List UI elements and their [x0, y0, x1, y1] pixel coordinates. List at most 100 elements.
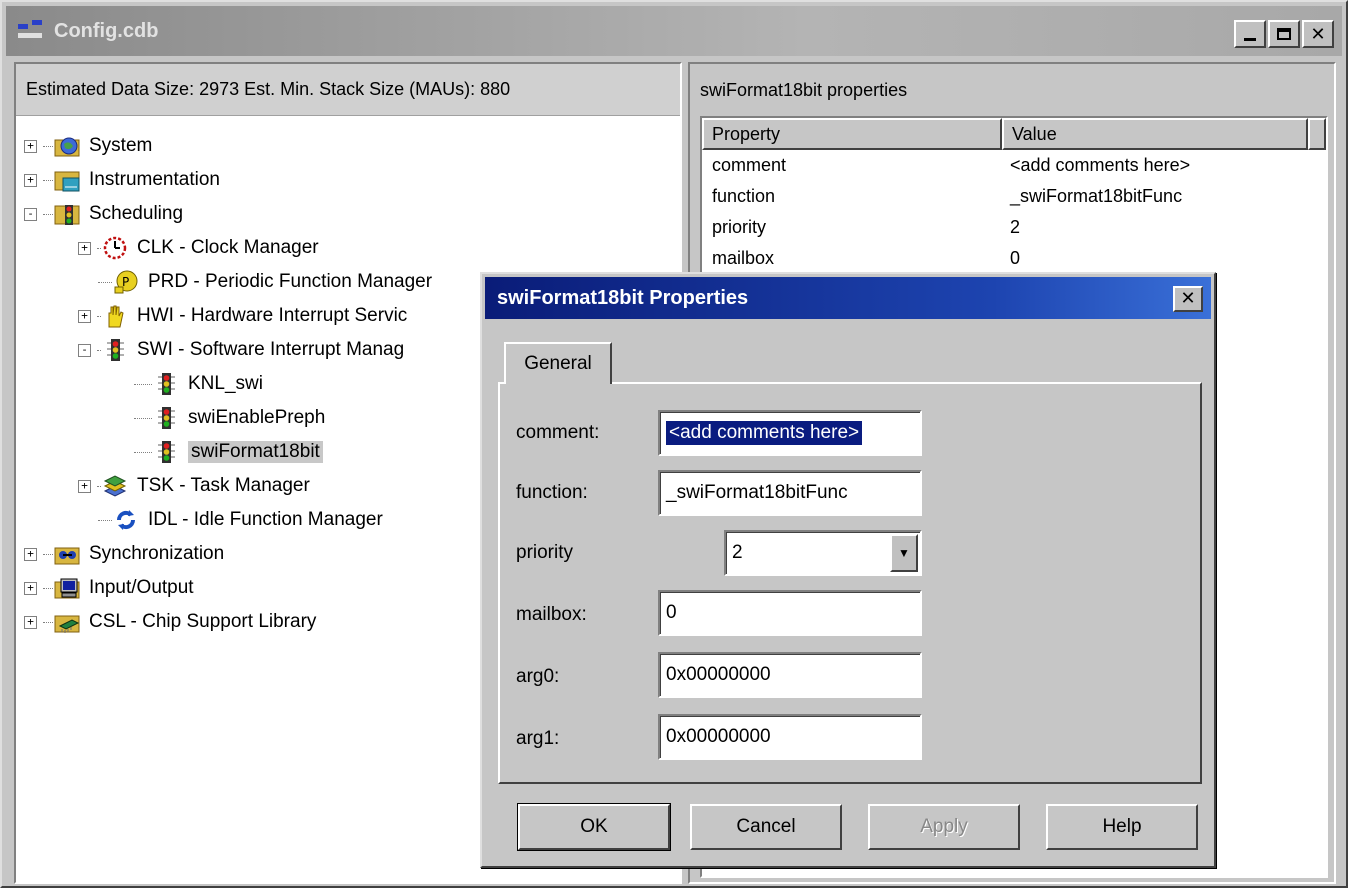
property-name: priority	[712, 217, 767, 237]
tree-item-prd[interactable]: P PRD - Periodic Function Manager	[98, 266, 432, 298]
expand-icon[interactable]: +	[24, 581, 37, 595]
tree-item-label: CSL - Chip Support Library	[89, 611, 317, 632]
arg0-label: arg0:	[516, 666, 560, 687]
tree-item-label: PRD - Periodic Function Manager	[148, 271, 433, 292]
function-label: function:	[516, 482, 588, 503]
periodic-icon: P	[112, 269, 140, 295]
apply-button[interactable]: Apply	[868, 804, 1020, 850]
priority-select[interactable]: 2 ▼	[724, 530, 922, 576]
expand-icon[interactable]: +	[24, 615, 37, 629]
monitor-icon	[53, 575, 81, 601]
tree-item-label: SWI - Software Interrupt Manag	[137, 339, 405, 360]
arg1-input[interactable]: 0x00000000	[658, 714, 922, 760]
expand-icon[interactable]: +	[78, 479, 91, 493]
traffic-light-icon	[152, 405, 180, 431]
comment-value: <add comments here>	[666, 421, 863, 445]
tree-item-swienablepreph[interactable]: swiEnablePreph	[134, 402, 325, 434]
traffic-light-icon	[53, 201, 81, 227]
synchronization-icon	[53, 541, 81, 567]
apply-label: Apply	[920, 816, 968, 837]
tree-item-knl-swi[interactable]: KNL_swi	[134, 368, 263, 400]
dialog-titlebar[interactable]: swiFormat18bit Properties ✕	[485, 277, 1211, 319]
properties-list-header: Property Value	[702, 118, 1326, 150]
estimated-size-header: Estimated Data Size: 2973 Est. Min. Stac…	[16, 64, 680, 116]
idle-cycle-icon	[112, 507, 140, 533]
traffic-light-icon	[152, 371, 180, 397]
tree-item-label: KNL_swi	[188, 373, 263, 394]
tree-item-tsk[interactable]: + TSK - Task Manager	[78, 470, 310, 502]
arg1-label: arg1:	[516, 728, 560, 749]
tree-item-input-output[interactable]: + Input/Output	[24, 572, 194, 604]
column-header-filler	[1308, 118, 1326, 150]
tree-item-label: Instrumentation	[89, 169, 220, 190]
properties-header: swiFormat18bit properties	[700, 79, 908, 100]
mailbox-label: mailbox:	[516, 604, 587, 625]
property-name: function	[712, 186, 776, 206]
app-config-icon	[18, 20, 44, 42]
arg0-input[interactable]: 0x00000000	[658, 652, 922, 698]
window-titlebar[interactable]: Config.cdb ✕	[6, 6, 1342, 56]
property-value: <add comments here>	[1010, 155, 1191, 175]
table-row[interactable]: priority 2	[702, 212, 1326, 243]
table-row[interactable]: mailbox 0	[702, 243, 1326, 274]
tree-item-label: CLK - Clock Manager	[137, 237, 319, 258]
tree-item-swiformat18bit[interactable]: swiFormat18bit	[134, 436, 323, 468]
function-input[interactable]: _swiFormat18bitFunc	[658, 470, 922, 516]
comment-label: comment:	[516, 422, 600, 443]
tree-item-label: TSK - Task Manager	[137, 475, 310, 496]
help-button[interactable]: Help	[1046, 804, 1198, 850]
table-row[interactable]: comment <add comments here>	[702, 150, 1326, 181]
tree-item-swi[interactable]: - SWI - Software Interrupt Manag	[78, 334, 404, 366]
mailbox-input[interactable]: 0	[658, 590, 922, 636]
tree-item-label: Scheduling	[89, 203, 184, 224]
dialog-close-button[interactable]: ✕	[1173, 286, 1203, 312]
expand-icon[interactable]: +	[24, 139, 37, 153]
properties-dialog: swiFormat18bit Properties ✕ General comm…	[480, 272, 1216, 868]
window-title: Config.cdb	[54, 19, 159, 42]
tree-item-instrumentation[interactable]: + Instrumentation	[24, 164, 220, 196]
collapse-icon[interactable]: -	[78, 343, 91, 357]
expand-icon[interactable]: +	[24, 547, 37, 561]
tree-item-system[interactable]: + System	[24, 130, 152, 162]
close-button[interactable]: ✕	[1302, 20, 1334, 48]
close-icon: ✕	[1310, 24, 1326, 44]
tree-item-label: IDL - Idle Function Manager	[148, 509, 383, 530]
expand-icon[interactable]: +	[78, 241, 91, 255]
dialog-title: swiFormat18bit Properties	[497, 286, 749, 309]
maximize-button[interactable]	[1268, 20, 1300, 48]
tree-item-label: swiFormat18bit	[188, 441, 323, 463]
priority-value: 2	[732, 542, 743, 563]
table-row[interactable]: function _swiFormat18bitFunc	[702, 181, 1326, 212]
collapse-icon[interactable]: -	[24, 207, 37, 221]
minimize-button[interactable]	[1234, 20, 1266, 48]
clock-icon	[101, 235, 129, 261]
tree-item-label: Synchronization	[89, 543, 225, 564]
tab-general[interactable]: General	[504, 342, 612, 384]
property-name: mailbox	[712, 248, 775, 268]
tree-item-label: HWI - Hardware Interrupt Servic	[137, 305, 408, 326]
tree-item-clk[interactable]: + CLK - Clock Manager	[78, 232, 319, 264]
column-header-property[interactable]: Property	[702, 118, 1002, 150]
tree-item-label: System	[89, 135, 153, 156]
property-value: 2	[1010, 217, 1021, 237]
expand-icon[interactable]: +	[24, 173, 37, 187]
tree-item-label: Input/Output	[89, 577, 194, 598]
expand-icon[interactable]: +	[78, 309, 91, 323]
maximize-icon	[1277, 28, 1291, 40]
property-value: _swiFormat18bitFunc	[1010, 186, 1183, 206]
priority-label: priority	[516, 542, 574, 563]
tree-item-csl[interactable]: + CSL - Chip Support Library	[24, 606, 316, 638]
system-globe-icon	[53, 133, 81, 159]
column-header-value[interactable]: Value	[1002, 118, 1308, 150]
tree-item-idl[interactable]: IDL - Idle Function Manager	[98, 504, 383, 536]
tree-item-synchronization[interactable]: + Synchronization	[24, 538, 224, 570]
cancel-button[interactable]: Cancel	[690, 804, 842, 850]
chip-icon	[53, 609, 81, 635]
tree-item-scheduling[interactable]: - Scheduling	[24, 198, 183, 230]
comment-input[interactable]: <add comments here>	[658, 410, 922, 456]
task-stack-icon	[101, 473, 129, 499]
chevron-down-icon[interactable]: ▼	[890, 534, 918, 572]
tree-item-hwi[interactable]: + HWI - Hardware Interrupt Servic	[78, 300, 407, 332]
ok-button[interactable]: OK	[517, 803, 671, 851]
instrumentation-icon	[53, 167, 81, 193]
